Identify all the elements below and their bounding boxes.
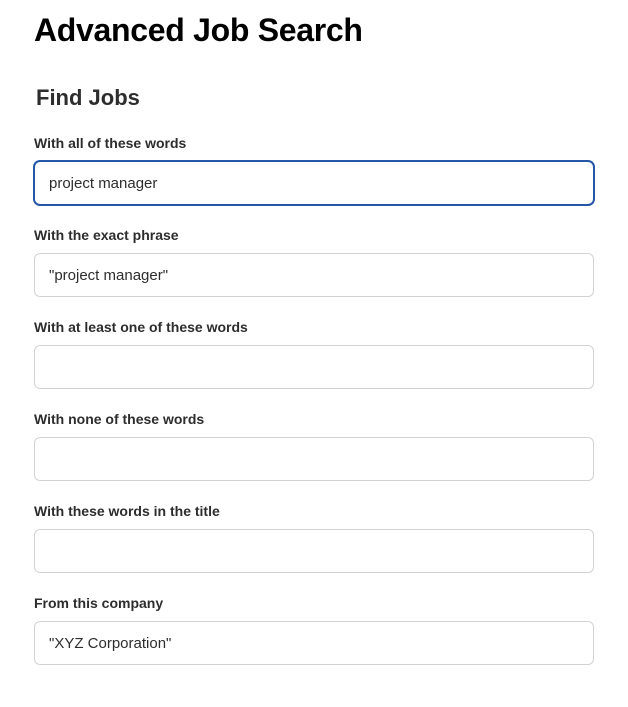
field-group-all-words: With all of these words (34, 135, 594, 205)
input-all-words[interactable] (34, 161, 594, 205)
field-group-company: From this company (34, 595, 594, 665)
field-group-at-least-one: With at least one of these words (34, 319, 594, 389)
section-title: Find Jobs (36, 85, 594, 111)
label-all-words: With all of these words (34, 135, 594, 151)
label-exact-phrase: With the exact phrase (34, 227, 594, 243)
input-exact-phrase[interactable] (34, 253, 594, 297)
field-group-exact-phrase: With the exact phrase (34, 227, 594, 297)
advanced-search-container: Advanced Job Search Find Jobs With all o… (0, 0, 628, 707)
input-in-title[interactable] (34, 529, 594, 573)
field-group-none-of-these: With none of these words (34, 411, 594, 481)
label-company: From this company (34, 595, 594, 611)
input-company[interactable] (34, 621, 594, 665)
label-none-of-these: With none of these words (34, 411, 594, 427)
input-at-least-one[interactable] (34, 345, 594, 389)
field-group-in-title: With these words in the title (34, 503, 594, 573)
page-title: Advanced Job Search (34, 12, 594, 49)
label-at-least-one: With at least one of these words (34, 319, 594, 335)
label-in-title: With these words in the title (34, 503, 594, 519)
input-none-of-these[interactable] (34, 437, 594, 481)
